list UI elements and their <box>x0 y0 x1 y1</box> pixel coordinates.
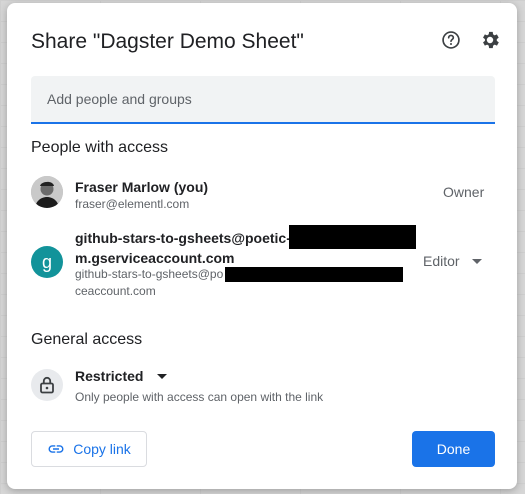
role-label: Editor <box>423 253 460 269</box>
general-access-level: Restricted <box>75 368 144 384</box>
owner-role-label: Owner <box>443 184 485 200</box>
general-access-description: Only people with access can open with th… <box>75 390 324 404</box>
help-button[interactable] <box>438 27 464 53</box>
redaction-bar <box>225 267 403 282</box>
editor-role-dropdown[interactable]: Editor <box>423 253 482 269</box>
redaction-bar <box>289 225 416 249</box>
general-access-heading: General access <box>31 331 143 348</box>
lock-icon <box>40 376 54 394</box>
lock-icon-container <box>31 369 63 401</box>
person-email-line1: github-stars-to-gsheets@po <box>75 267 224 281</box>
person-name-line2: m.gserviceaccount.com <box>75 250 235 266</box>
avatar <box>31 176 63 208</box>
settings-button[interactable] <box>477 27 503 53</box>
help-circle-icon <box>442 31 460 49</box>
caret-down-icon <box>471 258 482 264</box>
copy-link-label: Copy link <box>73 441 131 457</box>
caret-down-icon <box>157 373 168 379</box>
share-dialog: Share "Dagster Demo Sheet" People with a… <box>7 3 517 489</box>
person-name: Fraser Marlow (you) <box>75 179 209 195</box>
avatar: g <box>31 246 63 278</box>
copy-link-button[interactable]: Copy link <box>31 431 147 467</box>
add-people-input[interactable] <box>31 76 495 124</box>
dialog-title: Share "Dagster Demo Sheet" <box>31 30 304 53</box>
person-name-line1: github-stars-to-gsheets@poetic-f <box>75 230 296 246</box>
done-button[interactable]: Done <box>412 431 495 467</box>
person-email: fraser@elementl.com <box>75 197 190 211</box>
link-icon <box>48 445 64 453</box>
gear-icon <box>483 31 499 49</box>
person-email-line2: ceaccount.com <box>75 284 156 298</box>
people-with-access-heading: People with access <box>31 139 168 156</box>
general-access-dropdown[interactable]: Restricted <box>75 368 168 384</box>
